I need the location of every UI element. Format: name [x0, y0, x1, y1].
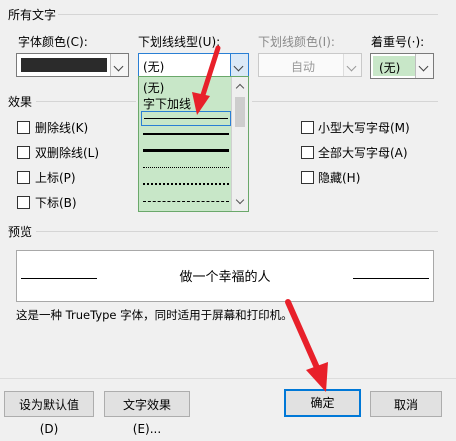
annotation-arrow-ok: [285, 299, 328, 392]
annotation-arrows: [192, 45, 328, 392]
annotation-arrow-dropdown: [192, 45, 221, 115]
